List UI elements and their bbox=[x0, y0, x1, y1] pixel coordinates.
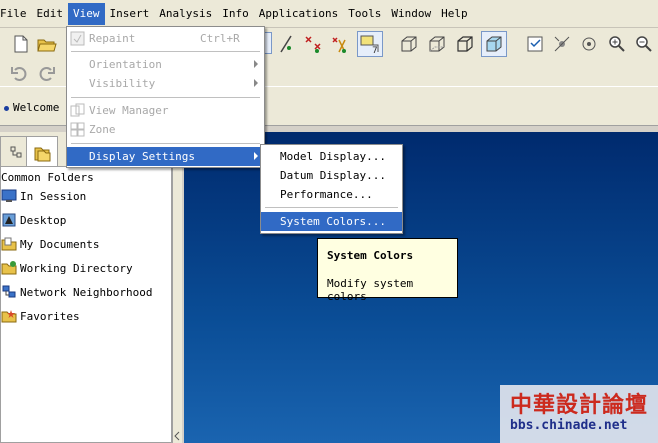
menu-item-system-colors[interactable]: System Colors... bbox=[261, 212, 402, 231]
menu-item-label: Repaint bbox=[89, 32, 136, 45]
menu-item-label: System Colors... bbox=[280, 215, 386, 228]
folder-item-label: Network Neighborhood bbox=[20, 285, 153, 299]
svg-text:7: 7 bbox=[372, 46, 378, 55]
saved-views-icon[interactable] bbox=[524, 33, 546, 55]
watermark: 中華設計論壇 bbs.chinade.net bbox=[500, 385, 658, 443]
hidden-line-icon[interactable] bbox=[426, 33, 448, 55]
zoom-out-icon[interactable] bbox=[633, 33, 655, 55]
message-line: Welcome t bbox=[4, 101, 73, 114]
tooltip-body: Modify system colors bbox=[327, 277, 414, 303]
menu-separator bbox=[71, 97, 260, 98]
menu-insert[interactable]: Insert bbox=[105, 3, 155, 25]
message-text: Welcome t bbox=[13, 101, 73, 114]
menu-help[interactable]: Help bbox=[436, 3, 473, 25]
folder-item-network-neighborhood[interactable]: Network Neighborhood bbox=[1, 283, 152, 301]
menu-item-label: Visibility bbox=[89, 77, 156, 90]
menu-item-label: Performance... bbox=[280, 188, 373, 201]
datum-points-icon[interactable] bbox=[302, 33, 324, 55]
collapse-arrow-icon[interactable] bbox=[173, 431, 181, 441]
working-folder-icon bbox=[1, 260, 17, 276]
folder-item-my-documents[interactable]: My Documents bbox=[1, 235, 99, 253]
menu-item-shortcut: Ctrl+R bbox=[200, 32, 240, 45]
folder-item-favorites[interactable]: Favorites bbox=[1, 307, 80, 325]
menu-item-label: View Manager bbox=[89, 104, 169, 117]
zone-icon bbox=[70, 122, 85, 143]
coordinate-system-icon[interactable] bbox=[328, 33, 350, 55]
menu-window[interactable]: Window bbox=[386, 3, 436, 25]
model-tree-icon bbox=[10, 146, 22, 157]
folder-browser-icon bbox=[34, 147, 51, 161]
menu-item-visibility[interactable]: Visibility bbox=[67, 74, 264, 93]
menu-tools[interactable]: Tools bbox=[343, 3, 386, 25]
folder-tree-header: Common Folders bbox=[1, 171, 94, 184]
favorites-icon bbox=[1, 308, 17, 324]
folder-item-label: My Documents bbox=[20, 237, 100, 251]
display-settings-submenu: Model Display... Datum Display... Perfor… bbox=[260, 144, 403, 234]
menu-item-label: Orientation bbox=[89, 58, 162, 71]
watermark-title: 中華設計論壇 bbox=[510, 393, 649, 418]
redo-icon[interactable] bbox=[36, 62, 58, 84]
documents-folder-icon bbox=[1, 236, 17, 252]
menu-item-label: Model Display... bbox=[280, 150, 386, 163]
folder-item-label: Favorites bbox=[20, 309, 80, 323]
zoom-in-icon[interactable] bbox=[606, 33, 628, 55]
menu-edit[interactable]: Edit bbox=[32, 3, 69, 25]
repaint-icon bbox=[70, 31, 85, 52]
menu-item-label: Zone bbox=[89, 123, 116, 136]
folder-item-label: Desktop bbox=[20, 213, 67, 227]
menu-item-display-settings[interactable]: Display Settings bbox=[67, 147, 264, 166]
menu-analysis[interactable]: Analysis bbox=[154, 3, 217, 25]
network-icon bbox=[1, 284, 17, 300]
folder-item-desktop[interactable]: Desktop bbox=[1, 211, 66, 229]
menu-item-zone[interactable]: Zone bbox=[67, 120, 264, 139]
monitor-icon bbox=[1, 188, 17, 204]
menu-item-orientation[interactable]: Orientation bbox=[67, 55, 264, 74]
open-folder-icon[interactable] bbox=[36, 33, 58, 55]
menu-item-label: Display Settings bbox=[89, 150, 195, 163]
datum-axes-icon[interactable] bbox=[276, 33, 298, 55]
submenu-arrow-icon bbox=[254, 60, 258, 68]
menu-info[interactable]: Info bbox=[217, 3, 254, 25]
shading-icon[interactable] bbox=[481, 31, 507, 57]
orient-icon[interactable] bbox=[551, 33, 573, 55]
new-file-icon[interactable] bbox=[10, 33, 32, 55]
menu-separator bbox=[71, 51, 260, 52]
menu-item-label: Datum Display... bbox=[280, 169, 386, 182]
spin-view-icon[interactable] bbox=[578, 33, 600, 55]
annotation-display-icon[interactable]: 7 bbox=[357, 31, 383, 57]
menu-separator bbox=[71, 143, 260, 144]
watermark-url: bbs.chinade.net bbox=[510, 418, 628, 433]
submenu-arrow-icon bbox=[254, 79, 258, 87]
wireframe-icon[interactable] bbox=[398, 33, 420, 55]
folder-item-working-directory[interactable]: Working Directory bbox=[1, 259, 133, 277]
menu-item-model-display[interactable]: Model Display... bbox=[261, 147, 402, 166]
folder-item-label: Working Directory bbox=[20, 261, 133, 275]
tooltip-title: System Colors bbox=[327, 249, 414, 262]
menu-item-datum-display[interactable]: Datum Display... bbox=[261, 166, 402, 185]
folder-item-in-session[interactable]: In Session bbox=[1, 187, 86, 205]
menu-item-view-manager[interactable]: View Manager bbox=[67, 101, 264, 120]
no-hidden-icon[interactable] bbox=[454, 33, 476, 55]
menu-item-performance[interactable]: Performance... bbox=[261, 185, 402, 204]
tooltip: System Colors Modify system colors bbox=[317, 238, 458, 303]
menu-file[interactable]: File bbox=[0, 3, 32, 25]
folder-item-label: In Session bbox=[20, 189, 87, 203]
navigator-panel: Common Folders In Session Desktop My Doc… bbox=[0, 132, 182, 443]
navigator-splitter[interactable] bbox=[172, 166, 182, 443]
undo-icon[interactable] bbox=[8, 62, 30, 84]
bullet-icon bbox=[4, 105, 9, 111]
folder-tree: Common Folders In Session Desktop My Doc… bbox=[0, 166, 172, 443]
menu-applications[interactable]: Applications bbox=[254, 3, 343, 25]
menu-bar: File Edit View Insert Analysis Info Appl… bbox=[0, 0, 658, 28]
tab-folder-browser[interactable] bbox=[26, 136, 58, 168]
submenu-arrow-icon bbox=[254, 152, 258, 160]
menu-separator bbox=[265, 207, 398, 208]
desktop-icon bbox=[1, 212, 17, 228]
menu-view[interactable]: View bbox=[68, 2, 105, 25]
menu-item-repaint[interactable]: Repaint Ctrl+R bbox=[67, 29, 264, 48]
view-menu: Repaint Ctrl+R Orientation Visibility Vi… bbox=[66, 26, 265, 168]
